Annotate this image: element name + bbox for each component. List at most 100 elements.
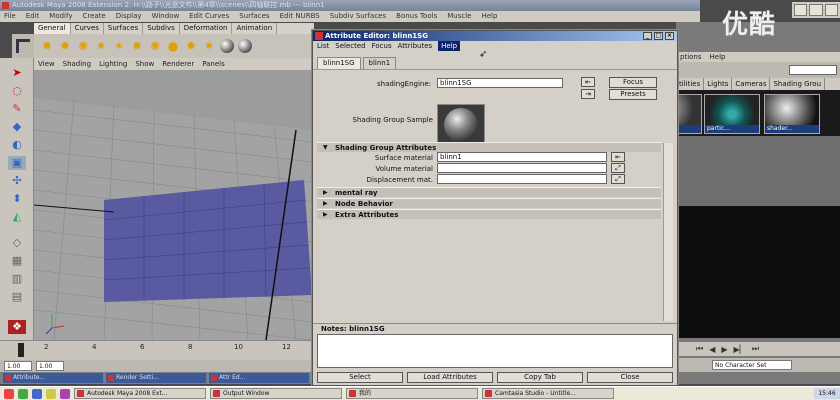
volume-light-icon[interactable]: ✺ [148, 39, 162, 53]
minimize-button[interactable]: _ [643, 32, 652, 40]
shelf-tab-subdivs[interactable]: Subdivs [143, 23, 180, 34]
go-start-icon[interactable]: ⏮ [696, 344, 703, 354]
ae-menu-focus[interactable]: Focus [372, 41, 392, 51]
select-button[interactable]: Select [317, 372, 403, 383]
menu-edit-nurbs[interactable]: Edit NURBS [280, 11, 320, 22]
sparkle-icon[interactable]: ✷ [202, 39, 216, 53]
shelf-tab-curves[interactable]: Curves [71, 23, 104, 34]
sun-icon[interactable]: ● [166, 39, 180, 53]
hypershade-tab-utilities[interactable]: tilities [676, 78, 705, 90]
move-tool-icon[interactable]: ◆ [8, 120, 26, 134]
ae-menu-selected[interactable]: Selected [335, 41, 365, 51]
displacement-field[interactable] [437, 174, 607, 184]
shelf-tab-surfaces[interactable]: Surfaces [104, 23, 144, 34]
show-manipulator-icon[interactable]: ◭ [8, 210, 26, 224]
shading-engine-field[interactable]: blinn1SG [437, 78, 563, 88]
menu-surfaces[interactable]: Surfaces [239, 11, 269, 22]
volume-material-map-icon[interactable]: ⤢ [611, 163, 625, 173]
select-tool-icon[interactable]: ➤ [8, 66, 26, 80]
ae-menu-list[interactable]: List [317, 41, 329, 51]
paint-select-icon[interactable]: ✎ [8, 102, 26, 116]
character-set-field[interactable]: No Character Set [712, 360, 792, 370]
hypershade-search-field[interactable] [789, 65, 837, 75]
displacement-map-icon[interactable]: ⤢ [611, 174, 625, 184]
focus-button[interactable]: Focus [609, 77, 657, 88]
tab-blinn1[interactable]: blinn1 [362, 57, 397, 69]
step-back-icon[interactable]: ◀ [709, 345, 715, 354]
inner-task-attr-ed[interactable]: Attr Ed... [209, 373, 309, 383]
layout-four-icon[interactable]: ▦ [8, 254, 26, 268]
maximize-icon[interactable] [809, 4, 823, 16]
surface-material-field[interactable]: blinn1 [437, 152, 607, 162]
section-mental-ray[interactable]: ▶ mental ray [317, 187, 661, 197]
quicklaunch-icon[interactable] [32, 388, 42, 399]
layout-single-icon[interactable]: ◇ [8, 236, 26, 250]
star-icon[interactable]: ✸ [184, 39, 198, 53]
sphere-shader-icon-2[interactable] [238, 39, 252, 53]
quicklaunch-icon[interactable] [4, 388, 14, 399]
go-end-icon[interactable]: ⏭ [752, 344, 759, 354]
viewport-menu-renderer[interactable]: Renderer [162, 58, 194, 70]
soft-mod-tool-icon[interactable]: ⬍ [8, 192, 26, 206]
range-start-field[interactable]: 1.00 [4, 361, 32, 371]
menu-bonus-tools[interactable]: Bonus Tools [396, 11, 437, 22]
hypershade-menu-help[interactable]: Help [710, 52, 726, 62]
rotate-tool-icon[interactable]: ◐ [8, 138, 26, 152]
quicklaunch-icon[interactable] [46, 388, 56, 399]
maximize-button[interactable]: □ [654, 32, 663, 40]
menu-edit-curves[interactable]: Edit Curves [189, 11, 229, 22]
play-forward-icon[interactable]: ▶ [721, 345, 727, 354]
quicklaunch-icon[interactable] [60, 388, 70, 399]
menu-modify[interactable]: Modify [49, 11, 72, 22]
time-slider[interactable]: 2 4 6 8 10 12 [0, 340, 312, 360]
section-shading-group[interactable]: ▼ Shading Group Attributes [317, 142, 661, 152]
ae-menu-attributes[interactable]: Attributes [398, 41, 433, 51]
point-light-icon[interactable]: ✺ [76, 39, 90, 53]
hypershade-tab-cameras[interactable]: Cameras [732, 78, 771, 90]
layout-persp-icon[interactable]: ▤ [8, 290, 26, 304]
spot-light-icon[interactable]: ✸ [58, 39, 72, 53]
viewport-menu-panels[interactable]: Panels [202, 58, 225, 70]
input-connections-icon[interactable]: ⇤ [581, 77, 595, 87]
output-connections-icon[interactable]: ⇥ [581, 89, 595, 99]
menu-display[interactable]: Display [116, 11, 142, 22]
step-forward-icon[interactable]: ▶▏ [734, 345, 746, 354]
minimize-icon[interactable] [794, 4, 808, 16]
inner-task-render-settings[interactable]: Render Setti... [106, 373, 206, 383]
viewport-menu-shading[interactable]: Shading [63, 58, 91, 70]
menu-muscle[interactable]: Muscle [447, 11, 471, 22]
material-swatch[interactable]: partic... [704, 94, 760, 134]
inner-task-attribute[interactable]: Attribute... [3, 373, 103, 383]
close-button[interactable]: × [665, 32, 674, 40]
volume-material-field[interactable] [437, 163, 607, 173]
light-icon[interactable]: ✹ [40, 39, 54, 53]
tab-blinn1sg[interactable]: blinn1SG [317, 57, 361, 69]
load-attributes-button[interactable]: Load Attributes [407, 372, 493, 383]
menu-create[interactable]: Create [82, 11, 105, 22]
menu-subdiv-surfaces[interactable]: Subdiv Surfaces [330, 11, 386, 22]
directional-light-icon[interactable]: ✶ [112, 39, 126, 53]
menu-edit[interactable]: Edit [26, 11, 40, 22]
close-icon[interactable] [824, 4, 838, 16]
sphere-shader-icon[interactable] [220, 39, 234, 53]
material-swatch[interactable]: shader... [764, 94, 820, 134]
taskbar-folder[interactable]: 我的 [346, 388, 478, 399]
range-current-field[interactable]: 1.00 [36, 361, 64, 371]
hypershade-menu-options[interactable]: ptions [680, 52, 702, 62]
shelf-menu-button[interactable] [12, 34, 34, 58]
viewport-menu-view[interactable]: View [38, 58, 55, 70]
menu-help[interactable]: Help [481, 11, 497, 22]
perspective-viewport[interactable] [34, 70, 312, 340]
ae-menu-help[interactable]: Help [438, 41, 461, 51]
attribute-editor-scrollbar[interactable] [663, 143, 673, 321]
shelf-tab-animation[interactable]: Animation [232, 23, 278, 34]
menu-file[interactable]: File [4, 11, 16, 22]
shelf-tab-deformation[interactable]: Deformation [180, 23, 233, 34]
taskbar-output-window[interactable]: Output Window [210, 388, 342, 399]
close-window-button[interactable]: Close [587, 372, 673, 383]
render-icon[interactable]: ❖ [8, 320, 26, 334]
hypershade-tab-lights[interactable]: Lights [704, 78, 733, 90]
surface-material-nav-icon[interactable]: ⇤ [611, 152, 625, 162]
scale-tool-icon[interactable]: ▣ [8, 156, 26, 170]
hypershade-work-area[interactable] [676, 206, 840, 338]
